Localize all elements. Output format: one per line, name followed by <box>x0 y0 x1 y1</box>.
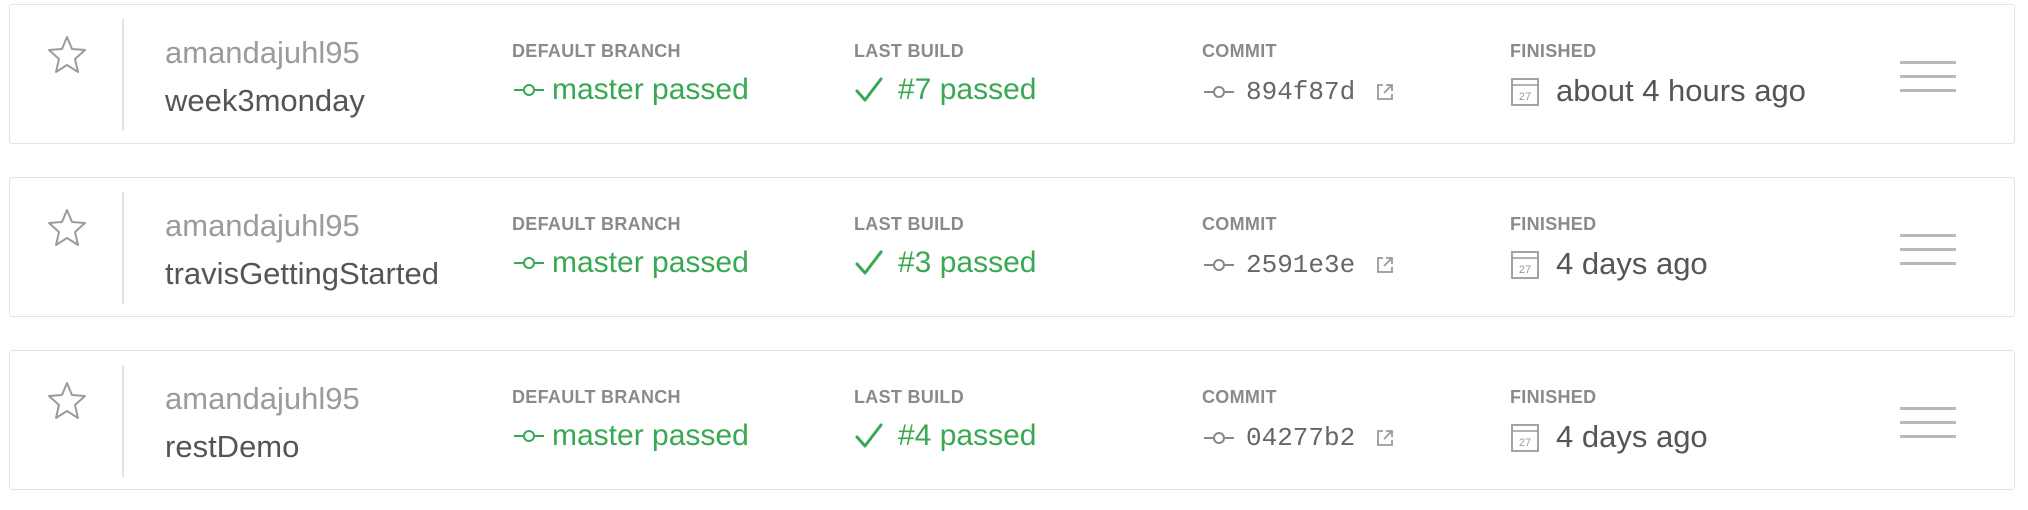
calendar-icon: 27 <box>1510 75 1540 107</box>
commit-sha: 04277b2 <box>1246 423 1356 453</box>
repo-row[interactable]: amandajuhl95 week3monday DEFAULT BRANCH … <box>9 4 2015 144</box>
build-status-text: #7 passed <box>898 73 1037 106</box>
commit-link[interactable]: 2591e3e <box>1202 250 1395 280</box>
finished-text: 4 days ago <box>1556 419 1708 454</box>
default-branch-status[interactable]: master passed <box>512 73 749 107</box>
commit-label: COMMIT <box>1202 214 1277 234</box>
repo-owner[interactable]: amandajuhl95 <box>165 208 360 244</box>
repo-row[interactable]: amandajuhl95 travisGettingStarted DEFAUL… <box>9 177 2015 317</box>
hamburger-menu-icon[interactable] <box>1900 228 1956 268</box>
check-icon <box>854 75 884 105</box>
star-icon[interactable] <box>46 33 88 75</box>
build-status-text: #4 passed <box>898 419 1037 452</box>
branch-status-text: master passed <box>552 246 749 279</box>
finished-label: FINISHED <box>1510 41 1597 61</box>
calendar-icon: 27 <box>1510 421 1540 453</box>
svg-text:27: 27 <box>1519 437 1531 449</box>
repo-name-link[interactable]: week3monday <box>165 83 365 119</box>
last-build-link[interactable]: #7 passed <box>854 73 1036 107</box>
last-build-label: LAST BUILD <box>854 214 964 234</box>
star-icon[interactable] <box>46 206 88 248</box>
last-build-label: LAST BUILD <box>854 41 964 61</box>
repo-owner[interactable]: amandajuhl95 <box>165 381 360 417</box>
commit-node-icon <box>512 428 546 444</box>
svg-text:27: 27 <box>1519 264 1531 276</box>
branch-status-text: master passed <box>552 419 749 452</box>
svg-text:27: 27 <box>1519 91 1531 103</box>
finished-time: 27 4 days ago <box>1510 419 1708 455</box>
repo-row[interactable]: amandajuhl95 restDemo DEFAULT BRANCH mas… <box>9 350 2015 490</box>
branch-status-text: master passed <box>552 73 749 106</box>
commit-node-icon <box>512 255 546 271</box>
default-branch-status[interactable]: master passed <box>512 419 749 453</box>
star-icon[interactable] <box>46 379 88 421</box>
commit-label: COMMIT <box>1202 41 1277 61</box>
last-build-label: LAST BUILD <box>854 387 964 407</box>
default-branch-label: DEFAULT BRANCH <box>512 41 681 61</box>
default-branch-status[interactable]: master passed <box>512 246 749 280</box>
finished-text: 4 days ago <box>1556 246 1708 281</box>
repository-list: amandajuhl95 week3monday DEFAULT BRANCH … <box>0 0 2028 510</box>
row-divider <box>122 192 124 304</box>
commit-sha: 894f87d <box>1246 77 1356 107</box>
commit-node-icon <box>1202 257 1236 273</box>
repo-name-link[interactable]: restDemo <box>165 429 299 465</box>
commit-link[interactable]: 894f87d <box>1202 77 1395 107</box>
finished-label: FINISHED <box>1510 387 1597 407</box>
commit-node-icon <box>1202 430 1236 446</box>
commit-link[interactable]: 04277b2 <box>1202 423 1395 453</box>
commit-label: COMMIT <box>1202 387 1277 407</box>
default-branch-label: DEFAULT BRANCH <box>512 387 681 407</box>
hamburger-menu-icon[interactable] <box>1900 401 1956 441</box>
external-link-icon[interactable] <box>1375 428 1395 448</box>
last-build-link[interactable]: #4 passed <box>854 419 1036 453</box>
commit-sha: 2591e3e <box>1246 250 1356 280</box>
last-build-link[interactable]: #3 passed <box>854 246 1036 280</box>
row-divider <box>122 365 124 477</box>
repo-name-link[interactable]: travisGettingStarted <box>165 256 439 292</box>
check-icon <box>854 421 884 451</box>
commit-node-icon <box>512 82 546 98</box>
commit-node-icon <box>1202 84 1236 100</box>
repo-owner[interactable]: amandajuhl95 <box>165 35 360 71</box>
calendar-icon: 27 <box>1510 248 1540 280</box>
finished-label: FINISHED <box>1510 214 1597 234</box>
external-link-icon[interactable] <box>1375 255 1395 275</box>
row-divider <box>122 19 124 131</box>
default-branch-label: DEFAULT BRANCH <box>512 214 681 234</box>
check-icon <box>854 248 884 278</box>
finished-time: 27 about 4 hours ago <box>1510 73 1806 109</box>
hamburger-menu-icon[interactable] <box>1900 55 1956 95</box>
finished-time: 27 4 days ago <box>1510 246 1708 282</box>
external-link-icon[interactable] <box>1375 82 1395 102</box>
build-status-text: #3 passed <box>898 246 1037 279</box>
finished-text: about 4 hours ago <box>1556 73 1806 108</box>
